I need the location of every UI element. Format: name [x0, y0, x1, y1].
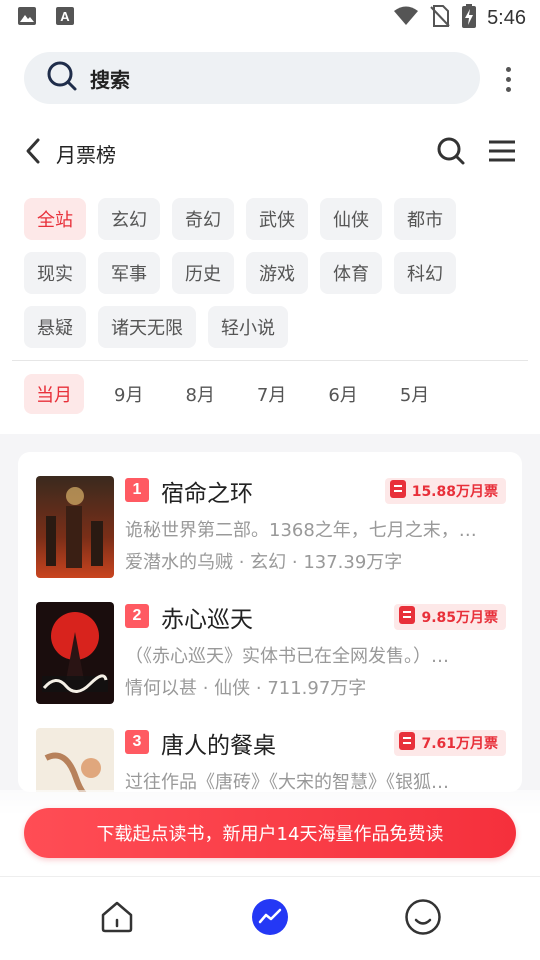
month-tab-current[interactable]: 当月	[24, 374, 84, 414]
trend-icon	[251, 898, 289, 940]
rank-badge: 3	[125, 730, 149, 754]
page-header: 月票榜	[24, 130, 516, 176]
book-cover[interactable]	[36, 728, 114, 792]
no-sim-icon	[429, 4, 451, 32]
image-icon	[16, 5, 38, 31]
month-tab[interactable]: 8月	[173, 374, 226, 414]
rank-badge: 1	[125, 478, 149, 502]
category-chip[interactable]: 现实	[24, 252, 86, 294]
book-cover[interactable]	[36, 602, 114, 704]
ranking-list: 1 宿命之环 15.88万月票 诡秘世界第二部。1368之年，七月之末，… 爱潜…	[18, 452, 522, 792]
ticket-icon	[398, 731, 416, 755]
wifi-icon	[393, 5, 419, 31]
category-chip[interactable]: 玄幻	[98, 198, 160, 240]
book-description: 过往作品《唐砖》《大宋的智慧》《银狐…	[125, 772, 449, 792]
svg-text:A: A	[60, 9, 70, 24]
book-cover[interactable]	[36, 476, 114, 578]
search-icon[interactable]	[436, 136, 466, 170]
divider	[12, 360, 528, 361]
book-description: （《赤心巡天》实体书已在全网发售。）…	[125, 646, 449, 667]
menu-icon[interactable]	[488, 139, 516, 167]
votes-count: 9.85万月票	[421, 610, 498, 626]
nav-profile[interactable]	[393, 889, 453, 949]
month-tab[interactable]: 9月	[102, 374, 155, 414]
smile-icon	[404, 898, 442, 940]
month-tab[interactable]: 5月	[388, 374, 441, 414]
search-label: 搜索	[90, 67, 130, 92]
rank-badge: 2	[125, 604, 149, 628]
more-options-icon[interactable]	[498, 62, 518, 96]
home-icon	[99, 899, 135, 939]
category-chip[interactable]: 科幻	[394, 252, 456, 294]
search-icon	[46, 60, 78, 96]
category-chip[interactable]: 武侠	[246, 198, 308, 240]
book-item[interactable]: 1 宿命之环 15.88万月票 诡秘世界第二部。1368之年，七月之末，… 爱潜…	[36, 476, 506, 580]
ticket-icon	[389, 479, 407, 503]
book-title: 唐人的餐桌	[161, 733, 276, 759]
votes-badge: 7.61万月票	[394, 730, 506, 756]
book-description: 诡秘世界第二部。1368之年，七月之末，…	[125, 520, 477, 541]
book-item[interactable]: 2 赤心巡天 9.85万月票 （《赤心巡天》实体书已在全网发售。）… 情何以甚 …	[36, 602, 506, 706]
download-app-button[interactable]: 下载起点读书，新用户14天海量作品免费读	[24, 808, 516, 858]
category-chips: 全站 玄幻 奇幻 武侠 仙侠 都市 现实 军事 历史 游戏 体育 科幻 悬疑 诸…	[24, 198, 484, 348]
page-title: 月票榜	[56, 142, 116, 167]
book-meta: 爱潜水的乌贼 · 玄幻 · 137.39万字	[125, 552, 403, 573]
bottom-nav	[0, 876, 540, 960]
category-chip-all[interactable]: 全站	[24, 198, 86, 240]
votes-count: 7.61万月票	[421, 736, 498, 752]
votes-badge: 15.88万月票	[384, 478, 506, 504]
month-tabs: 当月 9月 8月 7月 6月 5月	[24, 374, 441, 414]
category-chip[interactable]: 悬疑	[24, 306, 86, 348]
back-arrow-icon[interactable]	[24, 137, 42, 169]
month-tab[interactable]: 7月	[245, 374, 298, 414]
battery-charging-icon	[461, 3, 477, 33]
app-a-icon: A	[54, 5, 76, 31]
nav-home[interactable]	[87, 889, 147, 949]
votes-badge: 9.85万月票	[394, 604, 506, 630]
category-chip[interactable]: 游戏	[246, 252, 308, 294]
category-chip[interactable]: 体育	[320, 252, 382, 294]
search-bar[interactable]: 搜索	[24, 52, 480, 104]
book-title: 宿命之环	[161, 481, 253, 507]
category-chip[interactable]: 都市	[394, 198, 456, 240]
status-bar: A 5:46	[0, 0, 540, 36]
category-chip[interactable]: 仙侠	[320, 198, 382, 240]
book-title: 赤心巡天	[161, 607, 253, 633]
status-time: 5:46	[487, 6, 526, 29]
category-chip[interactable]: 诸天无限	[98, 306, 196, 348]
category-chip[interactable]: 轻小说	[208, 306, 288, 348]
votes-count: 15.88万月票	[411, 484, 498, 500]
nav-ranking[interactable]	[240, 889, 300, 949]
category-chip[interactable]: 奇幻	[172, 198, 234, 240]
book-meta: 情何以甚 · 仙侠 · 711.97万字	[125, 678, 367, 699]
book-item[interactable]: 3 唐人的餐桌 7.61万月票 过往作品《唐砖》《大宋的智慧》《银狐…	[36, 728, 506, 792]
category-chip[interactable]: 军事	[98, 252, 160, 294]
category-chip[interactable]: 历史	[172, 252, 234, 294]
month-tab[interactable]: 6月	[316, 374, 369, 414]
ticket-icon	[398, 605, 416, 629]
